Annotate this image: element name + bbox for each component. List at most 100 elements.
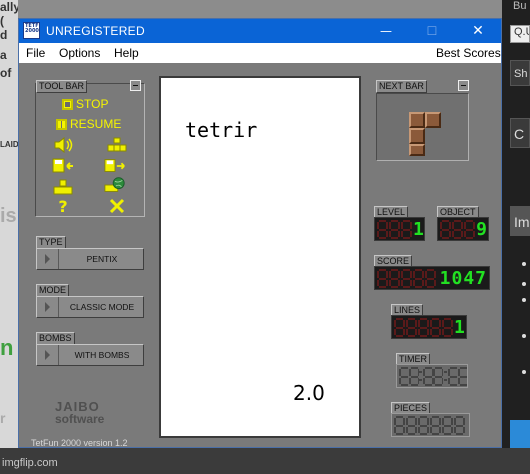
lcd-digit <box>406 317 417 337</box>
bullet-icon <box>522 282 526 286</box>
menu-best-scores[interactable]: Best Scores <box>436 46 501 60</box>
load-icon[interactable] <box>104 157 126 175</box>
bg-fragment: of <box>0 66 12 80</box>
lcd-digit <box>442 317 453 337</box>
bg-fragment: r <box>0 410 6 426</box>
colon-icon <box>419 371 423 381</box>
level-display: 1 <box>374 217 425 241</box>
lcd-digit <box>389 219 400 239</box>
pause-icon <box>56 118 67 130</box>
score-value: 1047 <box>439 267 487 289</box>
bg-fragment: d <box>0 28 8 42</box>
logo-line2: software <box>55 412 105 426</box>
bullet-icon <box>522 262 526 266</box>
minimize-button[interactable]: — <box>363 19 409 43</box>
bg-fragment: Sh <box>510 60 530 86</box>
bg-fragment: ally ( <box>0 0 18 28</box>
stack-icon[interactable] <box>52 178 74 196</box>
arrow-right-icon <box>37 249 59 269</box>
background-strip <box>0 448 530 474</box>
lcd-digit <box>399 366 409 386</box>
lcd-digit <box>418 415 429 435</box>
save-icon[interactable] <box>52 157 74 175</box>
object-display: 9 <box>437 217 489 241</box>
game-area: TOOL BAR STOP RESUME ? TYPE PENTIX MODE … <box>19 63 501 448</box>
bg-fragment: n <box>0 335 14 360</box>
lcd-digit <box>389 268 400 288</box>
bg-fragment: a <box>0 48 7 62</box>
tetfun-window: TETFUN 2000 UNREGISTERED — ☐ ✕ File Opti… <box>18 18 502 448</box>
title-bar[interactable]: TETFUN 2000 UNREGISTERED — ☐ ✕ <box>19 19 501 43</box>
lcd-digit <box>394 317 405 337</box>
bullet-icon <box>522 334 526 338</box>
score-display: 1047 <box>374 266 490 290</box>
jaibo-logo: JAIBO software <box>55 400 105 426</box>
globe-icon[interactable] <box>104 176 126 194</box>
resume-label: RESUME <box>70 117 122 131</box>
lcd-digit <box>377 219 388 239</box>
lcd-digit <box>457 366 467 386</box>
pieces-display <box>391 413 470 437</box>
toolbar-collapse-icon[interactable] <box>130 80 141 91</box>
stop-icon <box>62 98 73 110</box>
lcd-digit <box>442 415 453 435</box>
next-piece-block <box>409 144 425 156</box>
background-left-window: ally ( d a of LAID is n r <box>0 0 18 474</box>
lcd-digit <box>425 268 436 288</box>
lcd-digit <box>430 317 441 337</box>
exit-icon[interactable] <box>106 197 128 215</box>
menu-bar: File Options Help Best Scores <box>19 43 501 63</box>
next-piece-block <box>425 112 441 128</box>
menu-options[interactable]: Options <box>59 46 100 60</box>
lcd-digit <box>394 415 405 435</box>
level-value: 1 <box>413 218 424 240</box>
next-bar-collapse-icon[interactable] <box>458 80 469 91</box>
lcd-digit <box>423 366 433 386</box>
mode-value: CLASSIC MODE <box>69 301 135 312</box>
bg-fragment: LAID <box>0 140 18 149</box>
lcd-digit <box>447 366 457 386</box>
object-value: 9 <box>476 218 487 240</box>
stop-button[interactable]: STOP <box>62 97 108 111</box>
lcd-digit <box>401 268 412 288</box>
lcd-digit <box>454 415 465 435</box>
lcd-digit <box>406 415 417 435</box>
playfield-version: 2.0 <box>293 381 325 405</box>
close-button[interactable]: ✕ <box>455 19 501 43</box>
playfield-title: tetrir <box>185 118 258 142</box>
lcd-digit <box>377 268 388 288</box>
bg-fragment: is <box>0 205 17 227</box>
lcd-digit <box>440 219 451 239</box>
mode-selector[interactable]: CLASSIC MODE <box>36 296 144 318</box>
next-bar-label: NEXT BAR <box>376 80 427 93</box>
bombs-value: WITH BOMBS <box>74 349 130 360</box>
arrow-right-icon <box>37 345 59 365</box>
lcd-digit <box>433 366 443 386</box>
lines-value: 1 <box>454 316 465 338</box>
lcd-digit <box>418 317 429 337</box>
bombs-selector[interactable]: WITH BOMBS <box>36 344 144 366</box>
playfield[interactable]: tetrir 2.0 <box>159 76 361 438</box>
sound-icon[interactable] <box>52 136 74 154</box>
help-icon[interactable]: ? <box>52 197 74 216</box>
menu-file[interactable]: File <box>26 46 45 60</box>
maximize-button[interactable]: ☐ <box>409 19 455 43</box>
bg-fragment: C <box>510 118 530 148</box>
lcd-digit <box>464 219 475 239</box>
bg-fragment: Im <box>510 206 530 236</box>
lcd-digit <box>401 219 412 239</box>
grid-icon[interactable] <box>106 136 128 154</box>
next-piece-preview <box>376 93 469 161</box>
bullet-icon <box>522 298 526 302</box>
lcd-digit <box>413 268 424 288</box>
arrow-right-icon <box>37 297 59 317</box>
window-title: UNREGISTERED <box>46 24 145 38</box>
stop-label: STOP <box>76 97 109 111</box>
bg-fragment: Bu <box>513 0 527 12</box>
resume-button[interactable]: RESUME <box>56 117 121 131</box>
lcd-digit <box>430 415 441 435</box>
type-selector[interactable]: PENTIX <box>36 248 144 270</box>
menu-help[interactable]: Help <box>114 46 139 60</box>
timer-display <box>396 364 468 388</box>
colon-icon <box>443 371 447 381</box>
